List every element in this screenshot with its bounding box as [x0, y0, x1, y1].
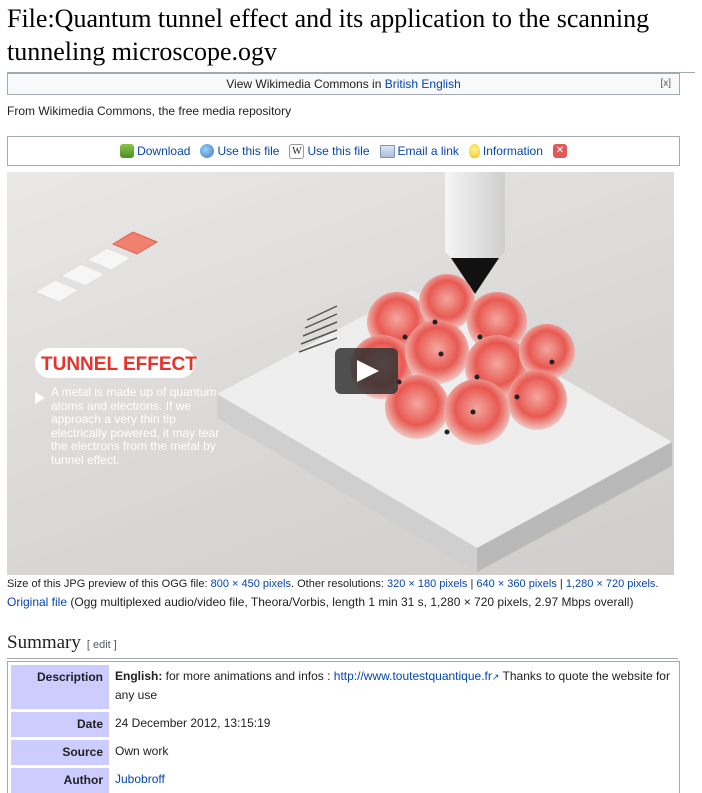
caption-arrow-icon [35, 392, 45, 404]
email-link-button[interactable]: Email a link [379, 144, 459, 158]
language-link[interactable]: British English [385, 77, 461, 91]
table-row: Date 24 December 2012, 13:15:19 [8, 709, 679, 737]
table-row: Author Jubobroff [8, 765, 679, 793]
information-table: Description English: for more animations… [7, 661, 680, 793]
original-file-link[interactable]: Original file [7, 595, 67, 609]
video-caption: A metal is made up of quantum atoms and … [51, 386, 220, 467]
author-label: Author [11, 768, 109, 793]
date-label: Date [11, 712, 109, 737]
summary-heading: Summary[ edit ] [7, 632, 678, 659]
information-button[interactable]: Information [468, 144, 543, 158]
original-file-info: Original file (Ogg multiplexed audio/vid… [7, 595, 634, 609]
preview-size-info: Size of this JPG preview of this OGG fil… [7, 578, 659, 590]
close-banner-button[interactable]: [x] [660, 74, 671, 94]
globe-icon [200, 144, 215, 158]
author-value: Jubobroff [109, 765, 679, 793]
page-title: File:Quantum tunnel effect and its appli… [7, 2, 695, 73]
description-value: English: for more animations and infos :… [115, 669, 670, 702]
site-subtitle: From Wikimedia Commons, the free media r… [7, 104, 292, 118]
edit-summary-link[interactable]: [ edit ] [87, 639, 117, 651]
table-row: Source Own work [8, 737, 679, 765]
author-link[interactable]: Jubobroff [115, 772, 165, 786]
table-row: Description English: for more animations… [8, 662, 679, 709]
resolution-link-640[interactable]: 640 × 360 pixels [476, 578, 556, 590]
progress-tiles [33, 231, 159, 303]
use-on-wiki-button[interactable]: W Use this file [289, 143, 370, 159]
resolution-link-320[interactable]: 320 × 180 pixels [387, 578, 467, 590]
wikipedia-icon: W [289, 143, 305, 159]
source-label: Source [11, 740, 109, 765]
play-button[interactable] [335, 348, 398, 394]
resolution-link-1280[interactable]: 1,280 × 720 pixels [566, 578, 656, 590]
source-value: Own work [115, 744, 169, 758]
use-on-web-button[interactable]: Use this file [200, 144, 279, 158]
download-icon [120, 144, 135, 158]
video-still-frame: TUNNEL EFFECT A metal is made up of quan… [33, 172, 672, 572]
email-icon [379, 144, 395, 158]
date-value: 24 December 2012, 13:15:19 [115, 716, 271, 730]
close-icon[interactable]: ✕ [552, 144, 567, 158]
video-player[interactable]: TUNNEL EFFECT A metal is made up of quan… [7, 172, 674, 575]
preview-size-link[interactable]: 800 × 450 pixels [211, 578, 291, 590]
language-banner: View Wikimedia Commons in British Englis… [7, 73, 680, 95]
description-label: Description [11, 665, 109, 709]
download-button[interactable]: Download [120, 144, 190, 158]
lightbulb-icon [468, 144, 480, 158]
video-heading: TUNNEL EFFECT [41, 354, 197, 375]
language-banner-text: View Wikimedia Commons in [226, 77, 385, 91]
external-website-link[interactable]: http://www.toutestquantique.fr [334, 669, 492, 683]
file-toolbar: Download Use this file W Use this file E… [7, 136, 680, 166]
